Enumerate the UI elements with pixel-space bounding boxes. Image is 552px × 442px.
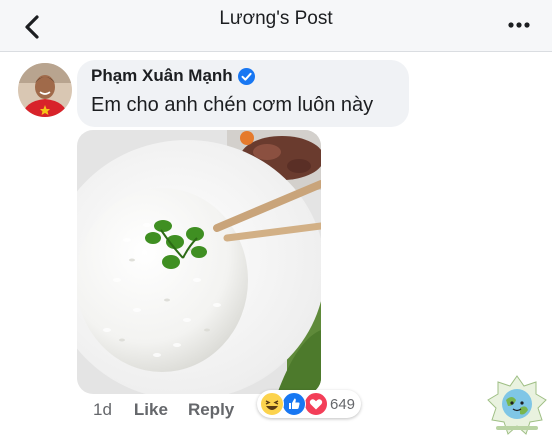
comment-photo[interactable]: [77, 130, 321, 394]
author-name[interactable]: Phạm Xuân Mạnh: [91, 66, 233, 86]
comment-actions: 1d Like Reply: [93, 400, 234, 420]
reactions-summary[interactable]: 649: [257, 390, 362, 418]
author-row: Phạm Xuân Mạnh: [91, 66, 255, 86]
avatar[interactable]: [18, 63, 72, 117]
haha-reaction-icon: [260, 392, 284, 416]
like-reaction-icon: [282, 392, 306, 416]
more-horizontal-icon[interactable]: [508, 22, 530, 28]
comment-text: Em cho anh chén cơm luôn này: [91, 94, 374, 116]
post-header: Lương's Post: [0, 0, 552, 52]
like-button[interactable]: Like: [134, 400, 168, 420]
watermark-logo: [487, 375, 547, 435]
reaction-count: 649: [330, 395, 356, 413]
page-title: Lương's Post: [219, 8, 333, 29]
love-reaction-icon: [304, 392, 328, 416]
verified-badge-icon: [237, 67, 255, 85]
comment-time[interactable]: 1d: [93, 400, 112, 420]
comment-bubble: Phạm Xuân Mạnh Em cho anh chén cơm luôn …: [77, 60, 409, 127]
reaction-icons: [260, 392, 330, 416]
reply-button[interactable]: Reply: [188, 400, 234, 420]
